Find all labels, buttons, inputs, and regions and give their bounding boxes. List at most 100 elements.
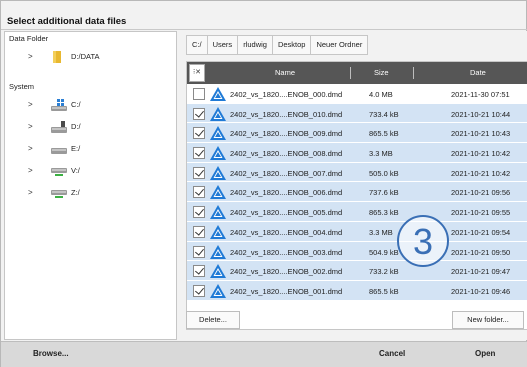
table-row[interactable]: 2402_vs_1820....ENOB_007.dmd 505.0 kB 2021…: [187, 162, 527, 183]
tree-item-label: Z:/: [71, 188, 80, 197]
file-date: 2021-10-21 09:55: [451, 208, 511, 218]
breadcrumb-item[interactable]: Desktop: [271, 35, 312, 55]
file-size: 865.3 kB: [369, 208, 399, 218]
chevron-right-icon[interactable]: >: [28, 100, 33, 109]
file-date: 2021-10-21 09:50: [451, 247, 511, 257]
row-checkbox[interactable]: [193, 245, 205, 258]
new-folder-button[interactable]: New folder...: [452, 311, 524, 329]
file-browser-panel: C:/ Users rludwig Desktop Neuer Ordner ⁝…: [182, 31, 527, 340]
file-date: 2021-10-21 10:43: [451, 129, 511, 139]
open-button[interactable]: Open: [475, 349, 495, 358]
row-checkbox[interactable]: [193, 186, 205, 199]
select-files-dialog: Select additional data files Data Folder…: [0, 0, 527, 367]
tree-item-drive-e[interactable]: > E:/: [5, 138, 176, 160]
table-row[interactable]: 2402_vs_1820....ENOB_005.dmd 865.3 kB 2021…: [187, 202, 527, 222]
column-header-size[interactable]: Size: [374, 68, 389, 77]
system-drive-icon: [49, 98, 69, 112]
row-checkbox[interactable]: [193, 127, 205, 140]
table-row[interactable]: 2402_vs_1820....ENOB_009.dmd 865.5 kB 2021…: [187, 123, 527, 144]
file-date: 2021-11-30 07:51: [451, 90, 510, 99]
row-checkbox[interactable]: [193, 107, 205, 120]
table-row[interactable]: 2402_vs_1820....ENOB_010.dmd 733.4 kB 2021…: [187, 103, 527, 124]
file-rows: 2402_vs_1820....ENOB_000.dmd 4.0 MB 2021-1…: [187, 84, 527, 301]
column-divider[interactable]: [413, 67, 414, 79]
file-name: 2402_vs_1820....ENOB_005.dmd: [230, 208, 343, 218]
file-table: ⁝✕ Name Size Date 2402_vs_1820....ENOB_0…: [186, 61, 527, 330]
file-name: 2402_vs_1820....ENOB_007.dmd: [230, 168, 343, 178]
tree-item-drive-d[interactable]: > D:/: [5, 116, 176, 138]
file-date: 2021-10-21 10:42: [451, 149, 511, 159]
column-header-date[interactable]: Date: [470, 68, 486, 77]
row-checkbox[interactable]: [193, 166, 205, 179]
folder-tree-panel: Data Folder > D:/DATA System > C:/ > D:/…: [4, 31, 177, 340]
table-row[interactable]: 2402_vs_1820....ENOB_003.dmd 504.9 kB 2021…: [187, 241, 527, 262]
chevron-right-icon[interactable]: >: [28, 122, 33, 131]
table-row[interactable]: 2402_vs_1820....ENOB_001.dmd 865.5 kB 2021…: [187, 280, 527, 301]
tree-item-drive-c[interactable]: > C:/: [5, 94, 176, 116]
file-date: 2021-10-21 09:56: [451, 188, 511, 198]
row-checkbox[interactable]: [193, 88, 205, 100]
file-size: 865.5 kB: [369, 129, 399, 139]
breadcrumb-item[interactable]: Users: [206, 35, 239, 55]
file-size: 733.2 kB: [369, 267, 399, 277]
column-toggle-button[interactable]: ⁝✕: [189, 64, 205, 82]
file-name: 2402_vs_1820....ENOB_006.dmd: [230, 188, 343, 198]
system-section-label: System: [9, 82, 35, 91]
table-row[interactable]: 2402_vs_1820....ENOB_002.dmd 733.2 kB 2021…: [187, 261, 527, 281]
file-size: 733.4 kB: [369, 109, 399, 119]
tree-item-data-folder[interactable]: > D:/DATA: [5, 46, 176, 68]
file-name: 2402_vs_1820....ENOB_003.dmd: [230, 247, 343, 257]
file-size: 3.3 MB: [369, 227, 393, 237]
step-number: 3: [412, 221, 434, 262]
row-checkbox[interactable]: [193, 206, 205, 219]
row-checkbox[interactable]: [193, 284, 205, 297]
file-size: 505.0 kB: [369, 168, 399, 178]
dmd-file-icon: [210, 205, 226, 220]
row-checkbox[interactable]: [193, 147, 205, 160]
chevron-right-icon[interactable]: >: [28, 166, 33, 175]
file-name: 2402_vs_1820....ENOB_008.dmd: [230, 149, 343, 159]
chevron-right-icon[interactable]: >: [28, 144, 33, 153]
file-date: 2021-10-21 10:44: [451, 109, 511, 119]
file-size: 737.6 kB: [369, 188, 399, 198]
file-size: 865.5 kB: [369, 286, 399, 296]
tree-item-label: D:/DATA: [71, 52, 100, 61]
table-row[interactable]: 2402_vs_1820....ENOB_006.dmd 737.6 kB 2021…: [187, 182, 527, 203]
file-name: 2402_vs_1820....ENOB_004.dmd: [230, 227, 343, 237]
table-row[interactable]: 2402_vs_1820....ENOB_004.dmd 3.3 MB 2021-1…: [187, 221, 527, 242]
file-date: 2021-10-21 09:47: [451, 267, 511, 277]
chevron-right-icon[interactable]: >: [28, 188, 33, 197]
row-checkbox[interactable]: [193, 265, 205, 278]
tree-item-label: E:/: [71, 144, 81, 153]
breadcrumb-item[interactable]: rludwig: [237, 35, 273, 55]
row-checkbox[interactable]: [193, 225, 205, 238]
chevron-right-icon[interactable]: >: [28, 52, 33, 61]
dmd-file-icon: [210, 87, 226, 101]
tree-item-drive-z[interactable]: > Z:/: [5, 182, 176, 204]
step-annotation-circle: 3: [397, 215, 449, 267]
column-header-name[interactable]: Name: [275, 68, 295, 77]
file-name: 2402_vs_1820....ENOB_000.dmd: [230, 90, 343, 99]
tree-item-label: D:/: [71, 122, 81, 131]
file-size: 4.0 MB: [369, 90, 393, 99]
breadcrumb-item[interactable]: Neuer Ordner: [310, 35, 369, 55]
browse-button[interactable]: Browse...: [33, 349, 69, 358]
network-drive-icon: [49, 164, 69, 178]
dmd-file-icon: [210, 126, 226, 141]
table-row[interactable]: 2402_vs_1820....ENOB_000.dmd 4.0 MB 2021-1…: [187, 84, 527, 104]
file-name: 2402_vs_1820....ENOB_002.dmd: [230, 267, 343, 277]
column-divider[interactable]: [350, 67, 351, 79]
hard-drive-icon: [49, 120, 69, 134]
breadcrumb-item[interactable]: C:/: [186, 35, 208, 55]
dmd-file-icon: [210, 264, 226, 279]
file-size: 3.3 MB: [369, 149, 393, 159]
tree-item-drive-v[interactable]: > V:/: [5, 160, 176, 182]
file-name: 2402_vs_1820....ENOB_001.dmd: [230, 286, 343, 296]
dialog-title: Select additional data files: [7, 16, 127, 27]
table-row[interactable]: 2402_vs_1820....ENOB_008.dmd 3.3 MB 2021-1…: [187, 143, 527, 163]
delete-button[interactable]: Delete...: [186, 311, 240, 329]
dmd-file-icon: [210, 185, 226, 200]
cancel-button[interactable]: Cancel: [379, 349, 405, 358]
dialog-button-bar: Browse... Cancel Open: [1, 341, 527, 367]
folder-icon: [49, 50, 69, 64]
